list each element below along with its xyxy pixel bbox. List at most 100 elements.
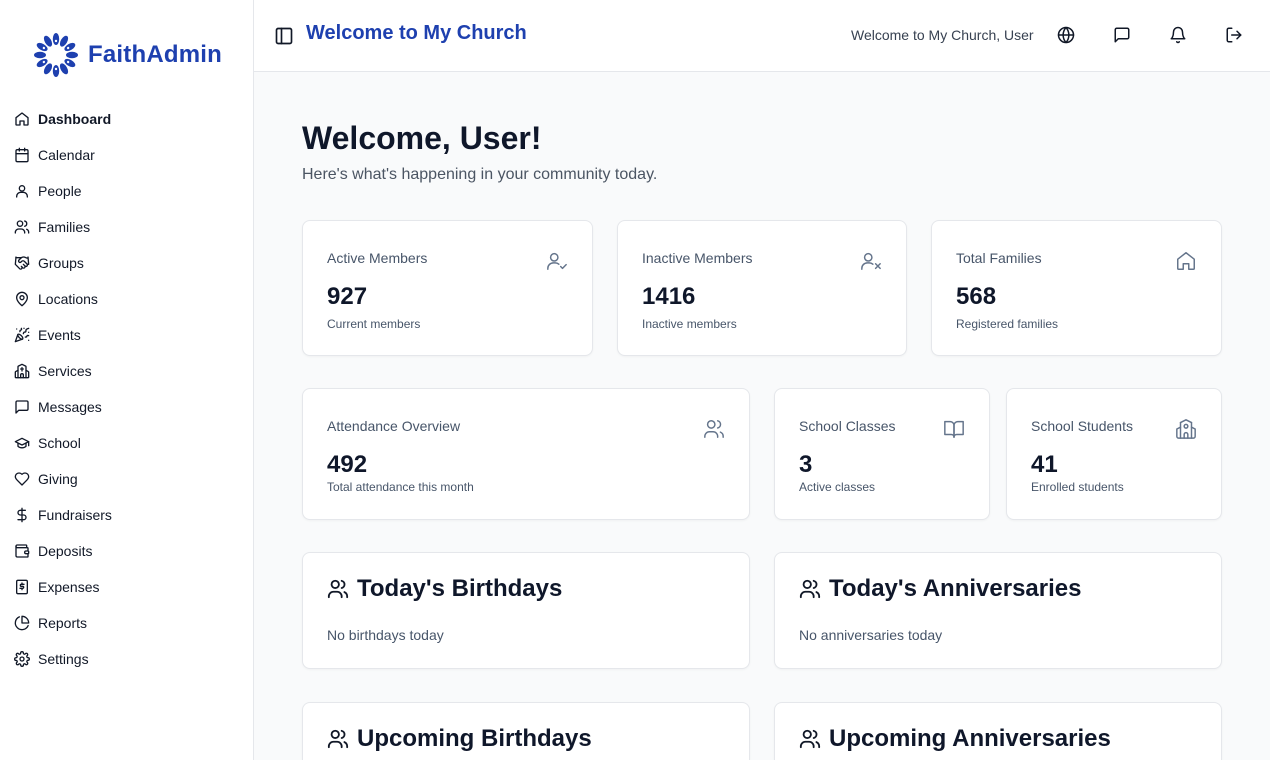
sidebar-item-people[interactable]: People	[14, 173, 240, 209]
sidebar-item-label: Giving	[38, 471, 78, 487]
sidebar-item-label: Settings	[38, 651, 89, 667]
sidebar-item-expenses[interactable]: Expenses	[14, 569, 240, 605]
stat-value: 568	[956, 283, 997, 310]
stat-label: Total Families	[956, 250, 1042, 266]
stat-note: Registered families	[956, 317, 1059, 331]
sidebar-item-messages[interactable]: Messages	[14, 389, 240, 425]
heart-icon	[14, 472, 30, 486]
stat-note: Inactive members	[642, 317, 737, 331]
logout-icon[interactable]	[1225, 26, 1243, 44]
stat-note: Active classes	[799, 480, 876, 494]
user-icon	[16, 185, 28, 198]
sidebar-item-settings[interactable]: Settings	[14, 641, 240, 677]
sidebar-item-label: People	[38, 183, 82, 199]
stat-value: 492	[327, 451, 368, 478]
sidebar-item-label: Fundraisers	[38, 507, 112, 523]
card-title: Today's Anniversaries	[829, 575, 1082, 602]
sidebar-item-label: Locations	[38, 291, 98, 307]
bell-icon[interactable]	[1169, 26, 1187, 44]
users-icon	[327, 579, 349, 599]
book-open-icon	[944, 420, 964, 438]
calendar-icon	[15, 147, 29, 163]
sidebar-item-events[interactable]: Events	[14, 317, 240, 353]
brand-logo-link[interactable]: FaithAdmin	[32, 32, 222, 78]
pie-chart-icon	[14, 615, 30, 631]
stat-value: 1416	[642, 283, 696, 310]
sidebar-item-label: Families	[38, 219, 91, 235]
empty-state-text: No birthdays today	[327, 627, 444, 643]
sidebar-toggle-icon[interactable]	[274, 26, 294, 46]
party-popper-icon	[14, 327, 30, 343]
stat-label: Active Members	[327, 250, 428, 266]
stat-value: 41	[1031, 451, 1058, 478]
sidebar-item-deposits[interactable]: Deposits	[14, 533, 240, 569]
users-icon	[704, 420, 724, 438]
sidebar-item-locations[interactable]: Locations	[14, 281, 240, 317]
graduation-cap-icon	[14, 437, 30, 449]
globe-icon[interactable]	[1057, 26, 1075, 44]
card-title: Upcoming Anniversaries	[829, 725, 1111, 752]
stat-card-active-members: Active Members 927 Current members	[302, 220, 593, 356]
header-welcome-text: Welcome to My Church, User	[851, 27, 1034, 43]
sidebar-item-label: Expenses	[38, 579, 100, 595]
stat-label: Inactive Members	[642, 250, 753, 266]
stat-value: 3	[799, 451, 813, 478]
sidebar-item-reports[interactable]: Reports	[14, 605, 240, 641]
sidebar-item-services[interactable]: Services	[14, 353, 240, 389]
school-icon	[1176, 419, 1196, 439]
sidebar-item-families[interactable]: Families	[14, 209, 240, 245]
stat-note: Total attendance this month	[327, 480, 474, 494]
dollar-sign-icon	[17, 507, 27, 523]
users-icon	[327, 729, 349, 749]
page-title: Welcome, User!	[302, 120, 542, 156]
stat-card-school-classes: School Classes 3 Active classes	[774, 388, 990, 520]
stat-card-total-families: Total Families 568 Registered families	[931, 220, 1222, 356]
sidebar-item-label: Messages	[38, 399, 102, 415]
sidebar-item-groups[interactable]: Groups	[14, 245, 240, 281]
sidebar: FaithAdmin Dashboard Calendar People Fam…	[0, 0, 254, 760]
stat-card-attendance: Attendance Overview 492 Total attendance…	[302, 388, 750, 520]
sidebar-item-dashboard[interactable]: Dashboard	[14, 101, 240, 137]
card-header: Today's Birthdays	[327, 575, 562, 603]
user-check-icon	[547, 252, 567, 270]
top-header: Welcome to My Church Welcome to My Churc…	[254, 0, 1270, 72]
todays-anniversaries-card: Today's Anniversaries No anniversaries t…	[774, 552, 1222, 669]
sidebar-item-label: Reports	[38, 615, 88, 631]
sidebar-item-label: Services	[38, 363, 92, 379]
sidebar-item-school[interactable]: School	[14, 425, 240, 461]
sidebar-item-fundraisers[interactable]: Fundraisers	[14, 497, 240, 533]
user-x-icon	[861, 252, 881, 270]
home-icon	[1177, 252, 1195, 270]
sidebar-item-label: Deposits	[38, 543, 93, 559]
sidebar-item-label: School	[38, 435, 81, 451]
map-pin-icon	[16, 291, 28, 307]
stat-value: 927	[327, 283, 368, 310]
upcoming-birthdays-card: Upcoming Birthdays	[302, 702, 750, 760]
gear-icon	[14, 651, 30, 667]
stat-note: Enrolled students	[1031, 480, 1124, 494]
users-icon	[799, 729, 821, 749]
wallet-icon	[15, 544, 30, 558]
card-header: Upcoming Anniversaries	[799, 725, 1111, 753]
sidebar-nav: Dashboard Calendar People Families Group…	[14, 101, 240, 677]
header-title: Welcome to My Church	[306, 22, 527, 44]
message-icon[interactable]	[1113, 26, 1131, 44]
card-header: Upcoming Birthdays	[327, 725, 592, 753]
sidebar-item-giving[interactable]: Giving	[14, 461, 240, 497]
todays-birthdays-card: Today's Birthdays No birthdays today	[302, 552, 750, 669]
users-icon	[14, 220, 30, 234]
sidebar-item-label: Calendar	[38, 147, 95, 163]
dove-ring-icon	[34, 33, 78, 77]
users-icon	[799, 579, 821, 599]
sidebar-item-calendar[interactable]: Calendar	[14, 137, 240, 173]
message-square-icon	[15, 400, 29, 414]
card-header: Today's Anniversaries	[799, 575, 1081, 603]
sidebar-item-label: Groups	[38, 255, 84, 271]
page-subtitle: Here's what's happening in your communit…	[302, 166, 658, 183]
sidebar-item-label: Dashboard	[38, 111, 112, 127]
card-title: Upcoming Birthdays	[357, 725, 592, 752]
stat-card-inactive-members: Inactive Members 1416 Inactive members	[617, 220, 907, 356]
sidebar-item-label: Events	[38, 327, 81, 343]
receipt-icon	[16, 579, 28, 595]
handshake-icon	[14, 256, 30, 270]
